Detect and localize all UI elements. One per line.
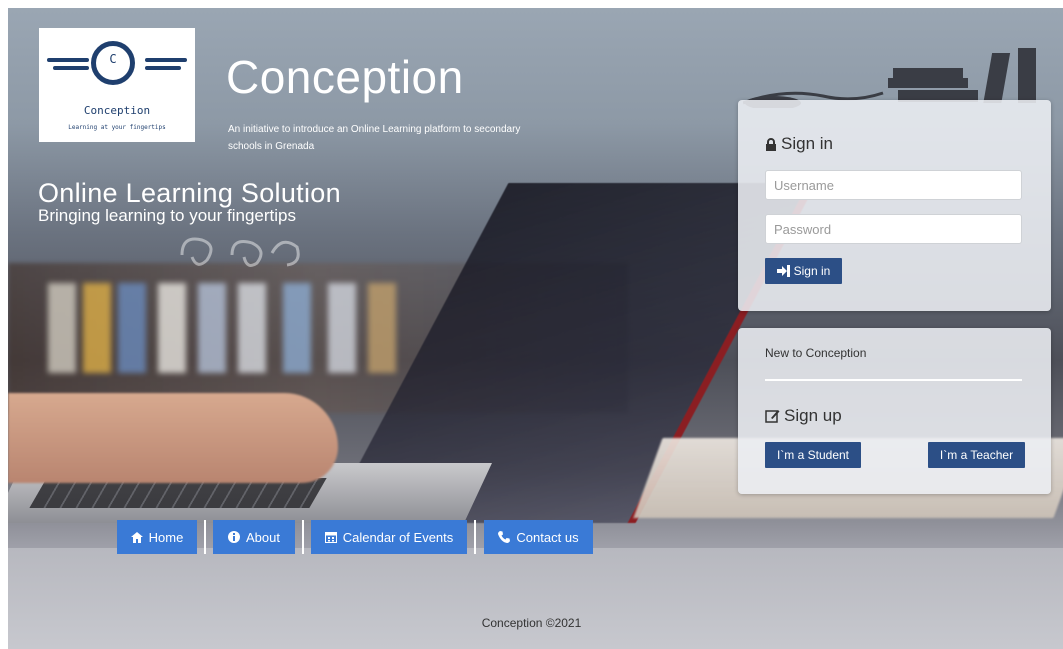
decorative-flourish bbox=[180, 237, 300, 267]
conception-logo: C Conception Learning at your fingertips bbox=[39, 28, 195, 142]
lock-icon bbox=[766, 137, 776, 151]
nav-contact-label: Contact us bbox=[516, 529, 579, 545]
desk-surface bbox=[8, 548, 1063, 649]
logo-wing-right bbox=[145, 66, 181, 70]
signin-button[interactable]: Sign in bbox=[765, 258, 842, 284]
book-blur bbox=[83, 283, 111, 373]
book-blur bbox=[48, 283, 76, 373]
nav-about-button[interactable]: About bbox=[213, 520, 295, 554]
signup-heading: Sign up bbox=[765, 406, 842, 426]
nav-separator bbox=[204, 520, 206, 554]
book-blur bbox=[283, 283, 311, 373]
divider bbox=[765, 379, 1022, 381]
calendar-icon bbox=[324, 532, 337, 543]
student-signup-button[interactable]: I`m a Student bbox=[765, 442, 861, 468]
logo-tagline: Learning at your fingertips bbox=[68, 124, 166, 131]
signin-heading-text: Sign in bbox=[781, 134, 833, 153]
signup-panel: New to Conception Sign up I`m a Student … bbox=[738, 328, 1051, 494]
teacher-signup-button[interactable]: I`m a Teacher bbox=[928, 442, 1025, 468]
logo-wing-left bbox=[53, 66, 89, 70]
home-icon bbox=[130, 531, 143, 543]
username-input[interactable] bbox=[765, 170, 1022, 200]
site-subtitle: An initiative to introduce an Online Lea… bbox=[228, 124, 521, 152]
signup-heading-text: Sign up bbox=[784, 406, 842, 425]
hero-title: Online Learning Solution bbox=[38, 178, 341, 208]
nav-contact-button[interactable]: Contact us bbox=[484, 520, 593, 554]
new-to-conception-label: New to Conception bbox=[765, 346, 867, 360]
signin-button-label: Sign in bbox=[793, 264, 831, 278]
books-mouse-illustration bbox=[743, 48, 1036, 108]
hero-subtitle: Bringing learning to your fingertips bbox=[38, 206, 296, 225]
book-blur bbox=[198, 283, 226, 373]
nav-home-button[interactable]: Home bbox=[117, 520, 197, 554]
logo-wing-left bbox=[47, 58, 89, 62]
book-blur bbox=[158, 283, 186, 373]
nav-separator bbox=[474, 520, 476, 554]
nav-calendar-label: Calendar of Events bbox=[342, 529, 454, 545]
nav-home-label: Home bbox=[148, 529, 184, 545]
site-title: Conception bbox=[226, 51, 464, 103]
nav-calendar-button[interactable]: Calendar of Events bbox=[311, 520, 467, 554]
footer-copyright: Conception ©2021 bbox=[481, 616, 582, 630]
info-icon bbox=[228, 531, 240, 543]
phone-icon bbox=[498, 531, 511, 543]
hand-image bbox=[8, 393, 338, 483]
book-blur bbox=[328, 283, 356, 373]
nav-separator bbox=[302, 520, 304, 554]
logo-name: Conception bbox=[83, 104, 151, 117]
sign-in-icon bbox=[776, 265, 790, 277]
signin-panel: Sign in Sign in bbox=[738, 100, 1051, 311]
edit-icon bbox=[765, 410, 780, 423]
book-blur bbox=[238, 283, 266, 373]
book-blur bbox=[368, 283, 396, 373]
book-blur bbox=[118, 283, 146, 373]
logo-letter: C bbox=[109, 52, 117, 66]
signin-heading: Sign in bbox=[765, 134, 833, 154]
password-input[interactable] bbox=[765, 214, 1022, 244]
nav-about-label: About bbox=[246, 529, 280, 545]
logo-wing-right bbox=[145, 58, 187, 62]
